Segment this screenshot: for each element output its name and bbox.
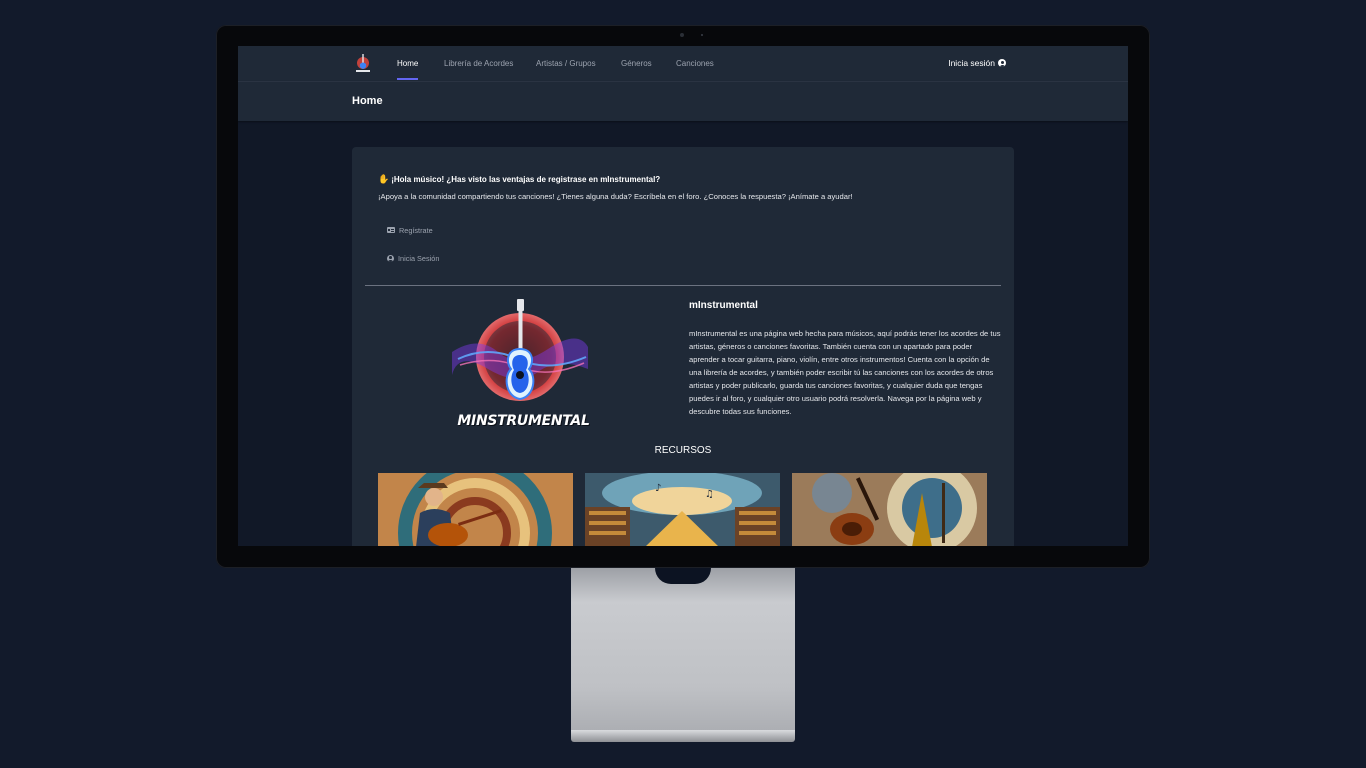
nav-artists-groups[interactable]: Artistas / Grupos <box>536 46 596 81</box>
nav-home[interactable]: Home <box>397 46 419 81</box>
greeting-heading: ✋ ¡Hola músico! ¿Has visto las ventajas d… <box>378 174 660 185</box>
user-circle-icon <box>387 255 394 262</box>
nav-chord-library[interactable]: Librería de Acordes <box>444 46 513 81</box>
page-header: Home <box>238 82 1128 121</box>
navbar: Home Librería de Acordes Artistas / Grup… <box>238 46 1128 82</box>
login-link-label: Inicia Sesión <box>398 254 440 263</box>
brand-wordmark: MINSTRUMENTAL <box>457 413 590 429</box>
waving-hand-icon: ✋ <box>378 174 390 184</box>
browser-screen: Home Librería de Acordes Artistas / Grup… <box>238 46 1128 546</box>
register-link[interactable]: Regístrate <box>387 226 433 235</box>
login-button[interactable]: Inicia sesión <box>948 46 1006 81</box>
minstrumental-logo-image <box>452 299 588 401</box>
greeting-text: ¡Hola músico! ¿Has visto las ventajas de… <box>391 175 661 184</box>
resource-card-library-image[interactable]: ♪ ♫ <box>585 473 780 546</box>
camera-icon <box>680 33 684 37</box>
resources-heading: RECURSOS <box>654 445 712 456</box>
about-title: mInstrumental <box>689 300 758 311</box>
monitor-stand <box>571 568 795 738</box>
nav-songs[interactable]: Canciones <box>676 46 714 81</box>
svg-text:♫: ♫ <box>705 489 714 500</box>
svg-text:♪: ♪ <box>655 483 661 494</box>
register-label: Regístrate <box>399 226 433 235</box>
sensor-dot <box>701 34 703 36</box>
divider <box>365 285 1001 286</box>
nav-genres[interactable]: Géneros <box>621 46 652 81</box>
welcome-message: ¡Apoya a la comunidad compartiendo tus c… <box>378 192 853 201</box>
resource-card-instruments-image[interactable] <box>792 473 987 546</box>
resource-card-guitarist-image[interactable] <box>378 473 573 546</box>
id-card-icon <box>387 227 395 233</box>
login-label: Inicia sesión <box>948 58 995 68</box>
site-logo-icon[interactable] <box>352 53 374 75</box>
page-title: Home <box>352 95 383 107</box>
monitor-stand-base <box>571 730 795 742</box>
login-link[interactable]: Inicia Sesión <box>387 254 439 263</box>
welcome-card: ✋ ¡Hola músico! ¿Has visto las ventajas d… <box>352 147 1014 546</box>
monitor-frame: Home Librería de Acordes Artistas / Grup… <box>216 25 1150 568</box>
stand-cable-hole <box>655 568 711 584</box>
user-circle-icon <box>998 59 1006 67</box>
about-description: mInstrumental es una página web hecha pa… <box>689 329 1001 416</box>
